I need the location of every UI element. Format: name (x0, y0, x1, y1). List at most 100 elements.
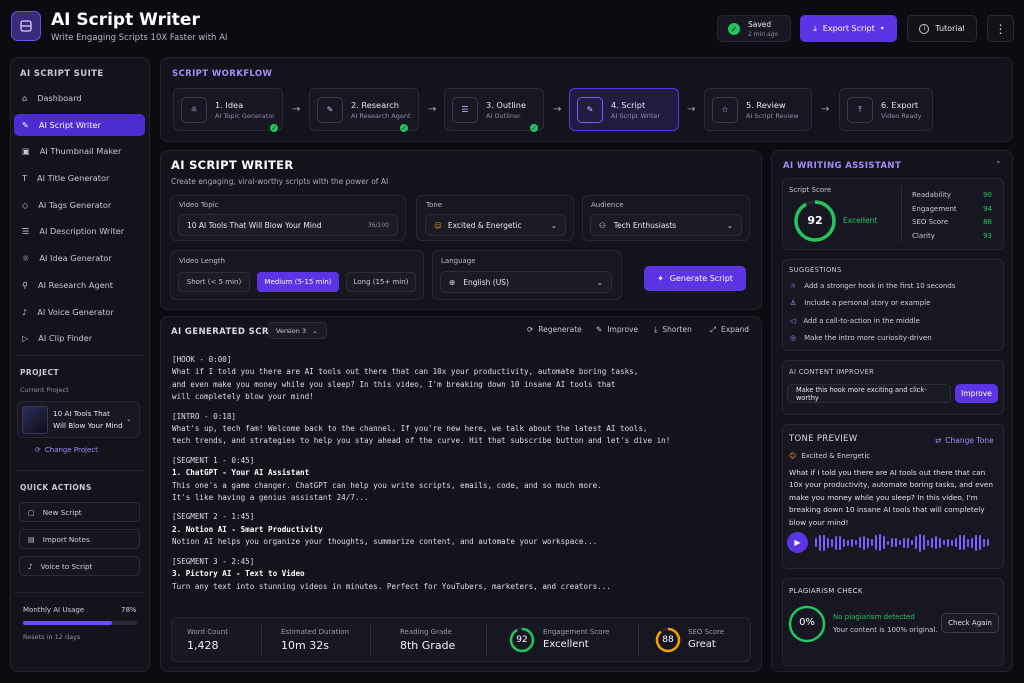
length-medium-option[interactable]: Medium (5-15 min) (257, 272, 339, 292)
chevron-up-icon[interactable]: ⌃ (995, 160, 1002, 169)
sidebar-item-ai-title-generator[interactable]: T AI Title Generator (14, 167, 145, 189)
sidebar-item-ai-thumbnail-maker[interactable]: ▣ AI Thumbnail Maker (14, 140, 145, 162)
voice-to-script-button[interactable]: ♪ Voice to Script (19, 556, 140, 576)
writer-title: AI SCRIPT WRITER (171, 158, 294, 172)
reading-grade-stat: Reading Grade 8th Grade (400, 628, 455, 652)
audio-waveform[interactable] (815, 532, 997, 553)
sidebar-item-ai-research-agent[interactable]: ⚲ AI Research Agent (14, 274, 145, 296)
audience-select[interactable]: ⚇ Tech Enthusiasts ⌄ (590, 214, 742, 236)
sidebar-item-label: AI Idea Generator (39, 253, 112, 264)
waveform-bar (979, 535, 981, 550)
script-content[interactable]: [HOOK - 0:00] What if I told you there a… (172, 354, 757, 593)
usage-bar-fill (23, 621, 112, 625)
regenerate-button[interactable]: ⟳ Regenerate (527, 325, 582, 334)
expand-button[interactable]: ⤢ Expand (710, 325, 749, 335)
saved-status: ✓ Saved 2 min ago (717, 15, 791, 42)
metric-value: 88 (983, 218, 992, 226)
score-text: Excellent (843, 216, 878, 225)
sidebar-item-ai-idea-generator[interactable]: ☼ AI Idea Generator (14, 247, 145, 269)
suggestion-item[interactable]: ☼ Add a stronger hook in the first 10 sec… (790, 277, 956, 295)
sidebar-item-ai-tags-generator[interactable]: ◇ AI Tags Generator (14, 194, 145, 216)
suggestion-item[interactable]: ♙ Include a personal story or example (790, 295, 956, 313)
step-subtitle: Video Ready (881, 111, 922, 120)
workflow-step-review[interactable]: ☆ 5. Review AI Script Review (704, 88, 812, 131)
video-topic-input[interactable]: 10 AI Tools That Will Blow Your Mind 36/… (178, 214, 398, 236)
project-name-line1: 10 AI Tools That (53, 409, 110, 418)
waveform-bar (959, 535, 961, 550)
change-project-link[interactable]: ⟳ Change Project (35, 446, 98, 454)
tone-select[interactable]: ☺ Excited & Energetic ⌄ (425, 214, 566, 236)
generate-script-button[interactable]: ✦ Generate Script (644, 266, 746, 291)
workflow-step-outline[interactable]: ☰ 3. Outline AI Outliner (444, 88, 544, 131)
tone-line: blow your mind! (789, 517, 849, 527)
hook-line: What if I told you there are AI tools ou… (172, 367, 639, 377)
improve-button[interactable]: Improve (955, 384, 998, 403)
play-button[interactable]: ▶ (787, 532, 808, 553)
stat-value: 1,428 (187, 639, 219, 652)
file-plus-icon: ▢ (28, 507, 35, 517)
home-icon: ⌂ (22, 93, 28, 103)
sidebar-item-label: Dashboard (37, 93, 82, 103)
language-select[interactable]: ⊕ English (US) ⌄ (440, 271, 612, 293)
stat-label: SEO Score (688, 628, 725, 636)
lightbulb-icon: ☼ (790, 281, 797, 290)
sidebar-nav: ⌂ Dashboard ✎ AI Script Writer ▣ AI Thumbna… (14, 87, 145, 349)
improver-input-value: Make this hook more exciting and click-w… (796, 385, 927, 402)
waveform-bar (911, 540, 913, 545)
improve-button[interactable]: ✎ Improve (596, 325, 638, 334)
project-selector[interactable]: 10 AI Tools That Will Blow Your Mind ⌄ (17, 401, 140, 438)
check-icon: ✓ (400, 124, 408, 132)
workflow-step-script[interactable]: ✎ 4. Script AI Script Writer (569, 88, 679, 131)
shorten-button[interactable]: ⤓ Shorten (654, 325, 692, 335)
arrow-right-icon: → (428, 104, 437, 115)
metric-value: 90 (983, 191, 992, 199)
check-again-button[interactable]: Check Again (941, 613, 999, 633)
more-menu-button[interactable]: ⋮ (987, 15, 1014, 42)
suggestion-item[interactable]: ◎ Make the intro more curiosity-driven (790, 330, 956, 348)
change-tone-link[interactable]: ⇄ Change Tone (935, 436, 994, 445)
segment-tag: [SEGMENT 2 - 1:45] (172, 512, 255, 522)
chevron-down-icon: ⌄ (550, 220, 557, 230)
waveform-bar (927, 539, 929, 546)
waveform-bar (835, 535, 837, 550)
assistant-title: AI WRITING ASSISTANT (783, 161, 902, 171)
waveform-bar (867, 537, 869, 548)
workflow-step-export[interactable]: ⤒ 6. Export Video Ready (839, 88, 933, 131)
video-topic-label: Video Topic (179, 201, 219, 209)
version-select[interactable]: Version 3 ⌄ (268, 322, 327, 339)
sidebar-item-ai-description-writer[interactable]: ☰ AI Description Writer (14, 220, 145, 242)
waveform-bar (971, 537, 973, 548)
new-script-button[interactable]: ▢ New Script (19, 502, 140, 522)
metric-readability: Readability 90 (912, 191, 992, 199)
tone-value: Excited & Energetic (447, 220, 522, 230)
image-icon: ▣ (22, 146, 30, 157)
length-short-option[interactable]: Short (< 5 min) (178, 272, 250, 292)
export-script-button[interactable]: ⤓ Export Script ▾ (800, 15, 897, 42)
tutorial-button[interactable]: i Tutorial (907, 15, 977, 42)
waveform-bar (851, 538, 853, 547)
import-notes-button[interactable]: ▤ Import Notes (19, 529, 140, 549)
step-subtitle: AI Topic Generator (215, 111, 275, 120)
tone-preview-text: What if I told you there are AI tools ou… (789, 467, 993, 529)
sidebar-item-ai-script-writer[interactable]: ✎ AI Script Writer (14, 113, 145, 136)
check-icon: ✓ (270, 124, 278, 132)
sparkle-icon: ✦ (657, 274, 664, 283)
sidebar-item-ai-voice-generator[interactable]: ♪ AI Voice Generator (14, 301, 145, 323)
suggestion-text: Add a call-to-action in the middle (803, 316, 920, 325)
step-title: 6. Export (881, 99, 919, 110)
segment-heading: 2. Notion AI - Smart Productivity (172, 524, 323, 534)
sidebar-item-label: AI Clip Finder (38, 333, 93, 344)
waveform-bar (907, 537, 909, 548)
sidebar-item-label: AI Research Agent (38, 279, 114, 290)
sidebar-item-ai-clip-finder[interactable]: ▷ AI Clip Finder (14, 327, 145, 349)
waveform-bar (923, 535, 925, 550)
improver-input[interactable]: Make this hook more exciting and click-w… (787, 384, 951, 403)
metric-engagement: Engagement 94 (912, 205, 992, 213)
change-project-label: Change Project (44, 446, 98, 454)
sidebar-item-dashboard[interactable]: ⌂ Dashboard (14, 87, 145, 109)
project-name-line2: Will Blow Your Mind (53, 421, 123, 430)
tutorial-label: Tutorial (935, 24, 965, 33)
suggestion-item[interactable]: ◁ Add a call-to-action in the middle (790, 312, 956, 330)
workflow-step-idea[interactable]: ☼ 1. Idea AI Topic Generator (173, 88, 283, 131)
length-long-option[interactable]: Long (15+ min) (346, 272, 416, 292)
